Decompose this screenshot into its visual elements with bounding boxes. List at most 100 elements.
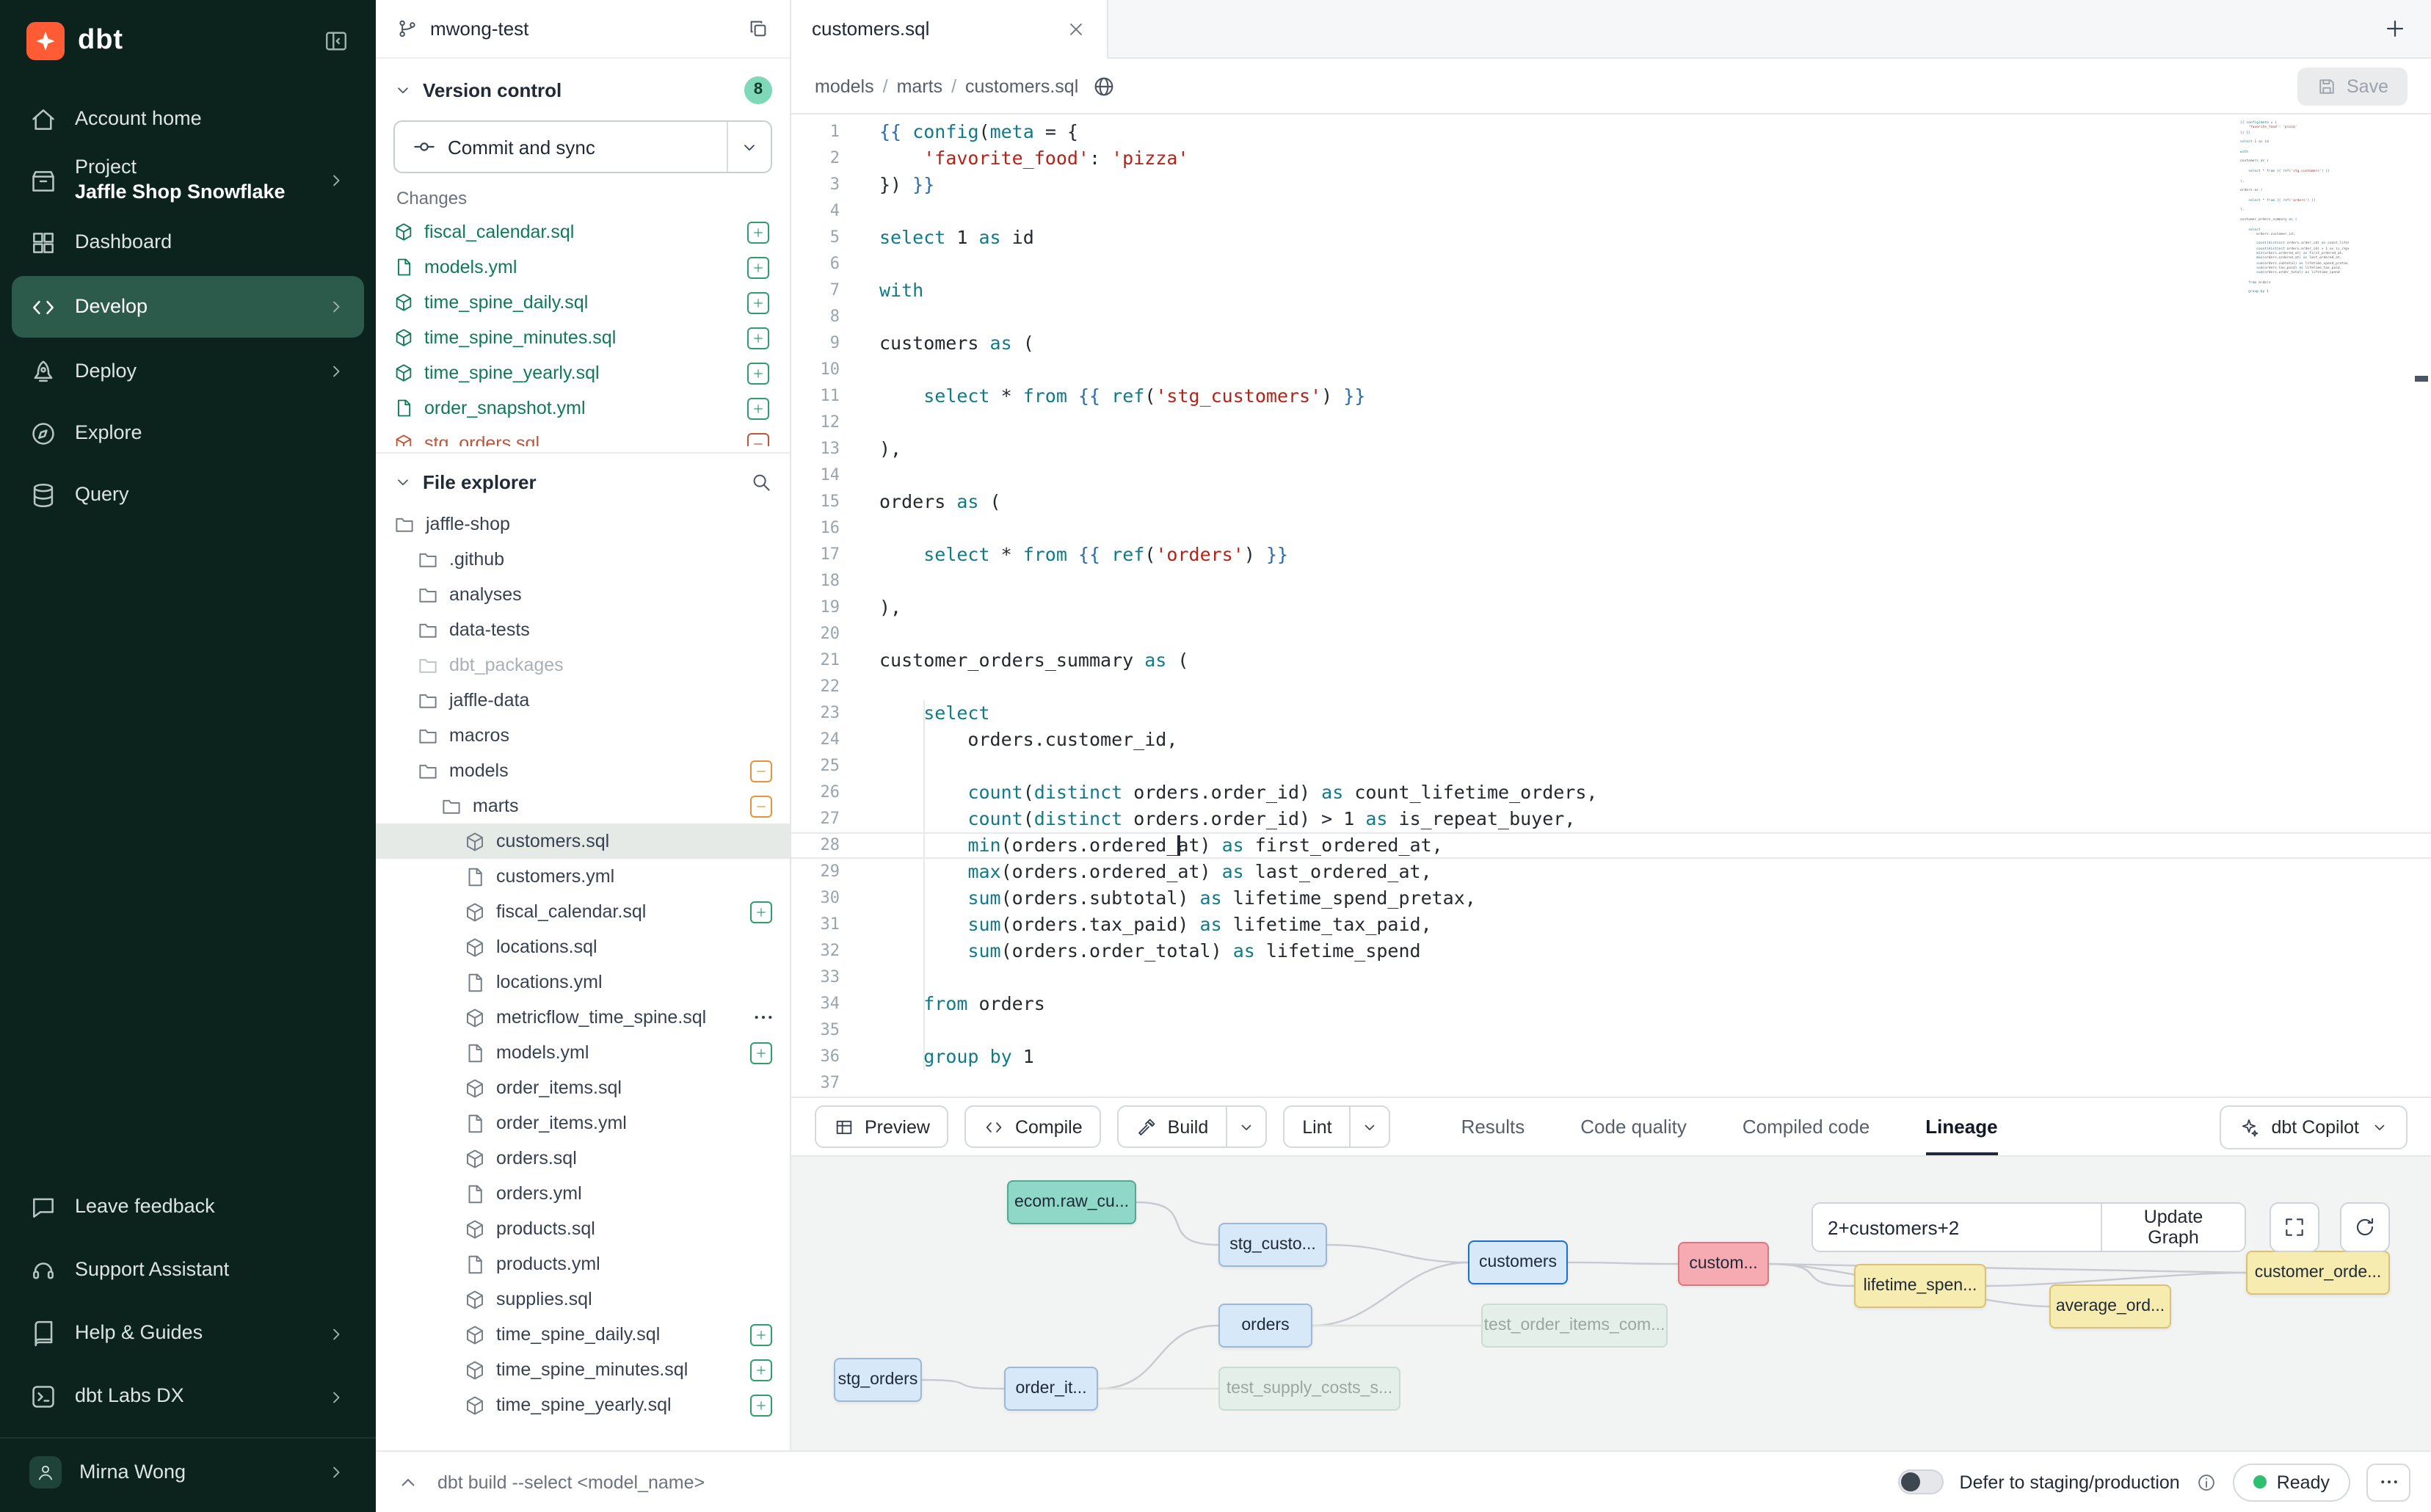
code-line-12[interactable]: 12 <box>791 410 2431 436</box>
code-line-25[interactable]: 25 <box>791 753 2431 779</box>
tree-item-products-sql[interactable]: products.sql <box>376 1211 790 1246</box>
sidebar-item-help-guides[interactable]: Help & Guides <box>0 1302 376 1365</box>
code-editor[interactable]: 1{{ config(meta = {2 'favorite_food': 'p… <box>791 115 2431 1097</box>
lint-button[interactable]: Lint <box>1283 1105 1351 1148</box>
code-line-31[interactable]: 31 sum(orders.tax_paid) as lifetime_tax_… <box>791 912 2431 938</box>
sidebar-item-develop[interactable]: Develop <box>12 276 364 338</box>
code-line-7[interactable]: 7with <box>791 277 2431 304</box>
info-icon[interactable] <box>2196 1472 2217 1492</box>
lineage-node-custom[interactable]: custom... <box>1678 1242 1769 1286</box>
sidebar-item-support-assistant[interactable]: Support Assistant <box>0 1239 376 1302</box>
code-line-18[interactable]: 18 <box>791 568 2431 595</box>
code-line-35[interactable]: 35 <box>791 1017 2431 1044</box>
expand-command-bar-icon[interactable] <box>396 1470 420 1494</box>
sidebar-item-project[interactable]: ProjectJaffle Shop Snowflake <box>0 150 376 211</box>
panel-tab-lineage[interactable]: Lineage <box>1925 1098 1997 1155</box>
code-line-34[interactable]: 34 from orders <box>791 991 2431 1017</box>
code-line-17[interactable]: 17 select * from {{ ref('orders') }} <box>791 542 2431 568</box>
lineage-node-lifetime[interactable]: lifetime_spen... <box>1854 1264 1986 1308</box>
collapse-sidebar-icon[interactable] <box>323 28 349 54</box>
panel-tab-code-quality[interactable]: Code quality <box>1580 1098 1687 1155</box>
compile-button[interactable]: Compile <box>965 1105 1102 1148</box>
lineage-selector-input[interactable] <box>1813 1204 2101 1251</box>
lineage-node-customer_orde[interactable]: customer_orde... <box>2246 1251 2390 1295</box>
breadcrumb-item[interactable]: customers.sql <box>965 76 1078 96</box>
commit-and-sync-button[interactable]: Commit and sync <box>393 120 772 173</box>
defer-toggle[interactable] <box>1898 1469 1944 1494</box>
tree-item-supplies-sql[interactable]: supplies.sql <box>376 1282 790 1317</box>
code-line-22[interactable]: 22 <box>791 674 2431 700</box>
tree-item-order-items-yml[interactable]: order_items.yml <box>376 1105 790 1141</box>
build-button[interactable]: Build <box>1118 1105 1228 1148</box>
code-line-5[interactable]: 5select 1 as id <box>791 225 2431 251</box>
code-line-37[interactable]: 37 <box>791 1070 2431 1097</box>
sidebar-item-dashboard[interactable]: Dashboard <box>0 211 376 273</box>
code-line-11[interactable]: 11 select * from {{ ref('stg_customers')… <box>791 383 2431 410</box>
change-row[interactable]: models.yml <box>376 250 790 285</box>
tree-item-time-spine-yearly-sql[interactable]: time_spine_yearly.sql <box>376 1387 790 1422</box>
code-line-16[interactable]: 16 <box>791 515 2431 542</box>
code-line-19[interactable]: 19), <box>791 595 2431 621</box>
more-options-button[interactable] <box>2366 1463 2410 1501</box>
editor-scrollbar-thumb[interactable] <box>2415 376 2428 382</box>
lineage-node-stg_custo[interactable]: stg_custo... <box>1218 1223 1327 1267</box>
code-line-15[interactable]: 15orders as ( <box>791 489 2431 515</box>
breadcrumb-item[interactable]: marts <box>897 76 943 96</box>
tree-item-models-yml[interactable]: models.yml <box>376 1035 790 1070</box>
change-row[interactable]: time_spine_minutes.sql <box>376 320 790 355</box>
fullscreen-button[interactable] <box>2270 1202 2319 1252</box>
code-line-23[interactable]: 23 select <box>791 700 2431 727</box>
tree-item-order-items-sql[interactable]: order_items.sql <box>376 1070 790 1105</box>
commit-options-button[interactable] <box>727 122 771 172</box>
sidebar-item-account-home[interactable]: Account home <box>0 88 376 150</box>
tree-item-orders-sql[interactable]: orders.sql <box>376 1141 790 1176</box>
sidebar-item-query[interactable]: Query <box>0 464 376 526</box>
lineage-node-order_it[interactable]: order_it... <box>1004 1367 1098 1411</box>
panel-tab-compiled-code[interactable]: Compiled code <box>1743 1098 1869 1155</box>
lineage-node-test_supply[interactable]: test_supply_costs_s... <box>1218 1367 1400 1411</box>
code-line-29[interactable]: 29 max(orders.ordered_at) as last_ordere… <box>791 859 2431 885</box>
lineage-node-customers[interactable]: customers <box>1468 1240 1568 1284</box>
code-line-24[interactable]: 24 orders.customer_id, <box>791 727 2431 753</box>
code-line-6[interactable]: 6 <box>791 251 2431 277</box>
tree-item-locations-yml[interactable]: locations.yml <box>376 964 790 1000</box>
lineage-node-average[interactable]: average_ord... <box>2049 1284 2171 1329</box>
search-files-icon[interactable] <box>750 470 772 493</box>
code-line-1[interactable]: 1{{ config(meta = { <box>791 119 2431 145</box>
tree-item-customers-yml[interactable]: customers.yml <box>376 859 790 894</box>
code-line-4[interactable]: 4 <box>791 198 2431 225</box>
tree-item-jaffle-shop[interactable]: jaffle-shop <box>376 506 790 542</box>
tree-item-marts[interactable]: marts <box>376 788 790 824</box>
tree-item--github[interactable]: .github <box>376 542 790 577</box>
breadcrumb-item[interactable]: models <box>815 76 874 96</box>
tree-item-time-spine-daily-sql[interactable]: time_spine_daily.sql <box>376 1317 790 1352</box>
lineage-node-test_order[interactable]: test_order_items_com... <box>1481 1304 1668 1348</box>
tree-item-jaffle-data[interactable]: jaffle-data <box>376 683 790 718</box>
sidebar-item-dbt-labs-dx[interactable]: dbt Labs DX <box>0 1365 376 1428</box>
change-row[interactable]: stg_orders.sql <box>376 426 790 446</box>
preview-button[interactable]: Preview <box>815 1105 949 1148</box>
code-line-21[interactable]: 21customer_orders_summary as ( <box>791 647 2431 674</box>
lineage-globe-icon[interactable] <box>1091 74 1115 98</box>
code-line-27[interactable]: 27 count(distinct orders.order_id) > 1 a… <box>791 806 2431 832</box>
code-line-14[interactable]: 14 <box>791 462 2431 489</box>
tree-item-dbt-packages[interactable]: dbt_packages <box>376 647 790 683</box>
change-row[interactable]: time_spine_daily.sql <box>376 285 790 320</box>
tree-item-fiscal-calendar-sql[interactable]: fiscal_calendar.sql <box>376 894 790 929</box>
refresh-graph-button[interactable] <box>2340 1202 2390 1252</box>
code-line-2[interactable]: 2 'favorite_food': 'pizza' <box>791 145 2431 172</box>
code-line-13[interactable]: 13), <box>791 436 2431 462</box>
command-input[interactable]: dbt build --select <model_name> <box>437 1472 705 1492</box>
update-graph-button[interactable]: Update Graph <box>2101 1204 2245 1251</box>
sidebar-item-explore[interactable]: Explore <box>0 402 376 464</box>
panel-tab-results[interactable]: Results <box>1461 1098 1525 1155</box>
tree-item-time-spine-minutes-sql[interactable]: time_spine_minutes.sql <box>376 1352 790 1387</box>
file-options-icon[interactable] <box>752 1006 775 1029</box>
code-line-26[interactable]: 26 count(distinct orders.order_id) as co… <box>791 779 2431 806</box>
chevron-down-icon[interactable] <box>393 472 413 491</box>
change-row[interactable]: time_spine_yearly.sql <box>376 355 790 390</box>
save-button[interactable]: Save <box>2297 67 2408 105</box>
change-row[interactable]: fiscal_calendar.sql <box>376 214 790 250</box>
code-line-33[interactable]: 33 <box>791 964 2431 991</box>
tree-item-customers-sql[interactable]: customers.sql <box>376 824 790 859</box>
